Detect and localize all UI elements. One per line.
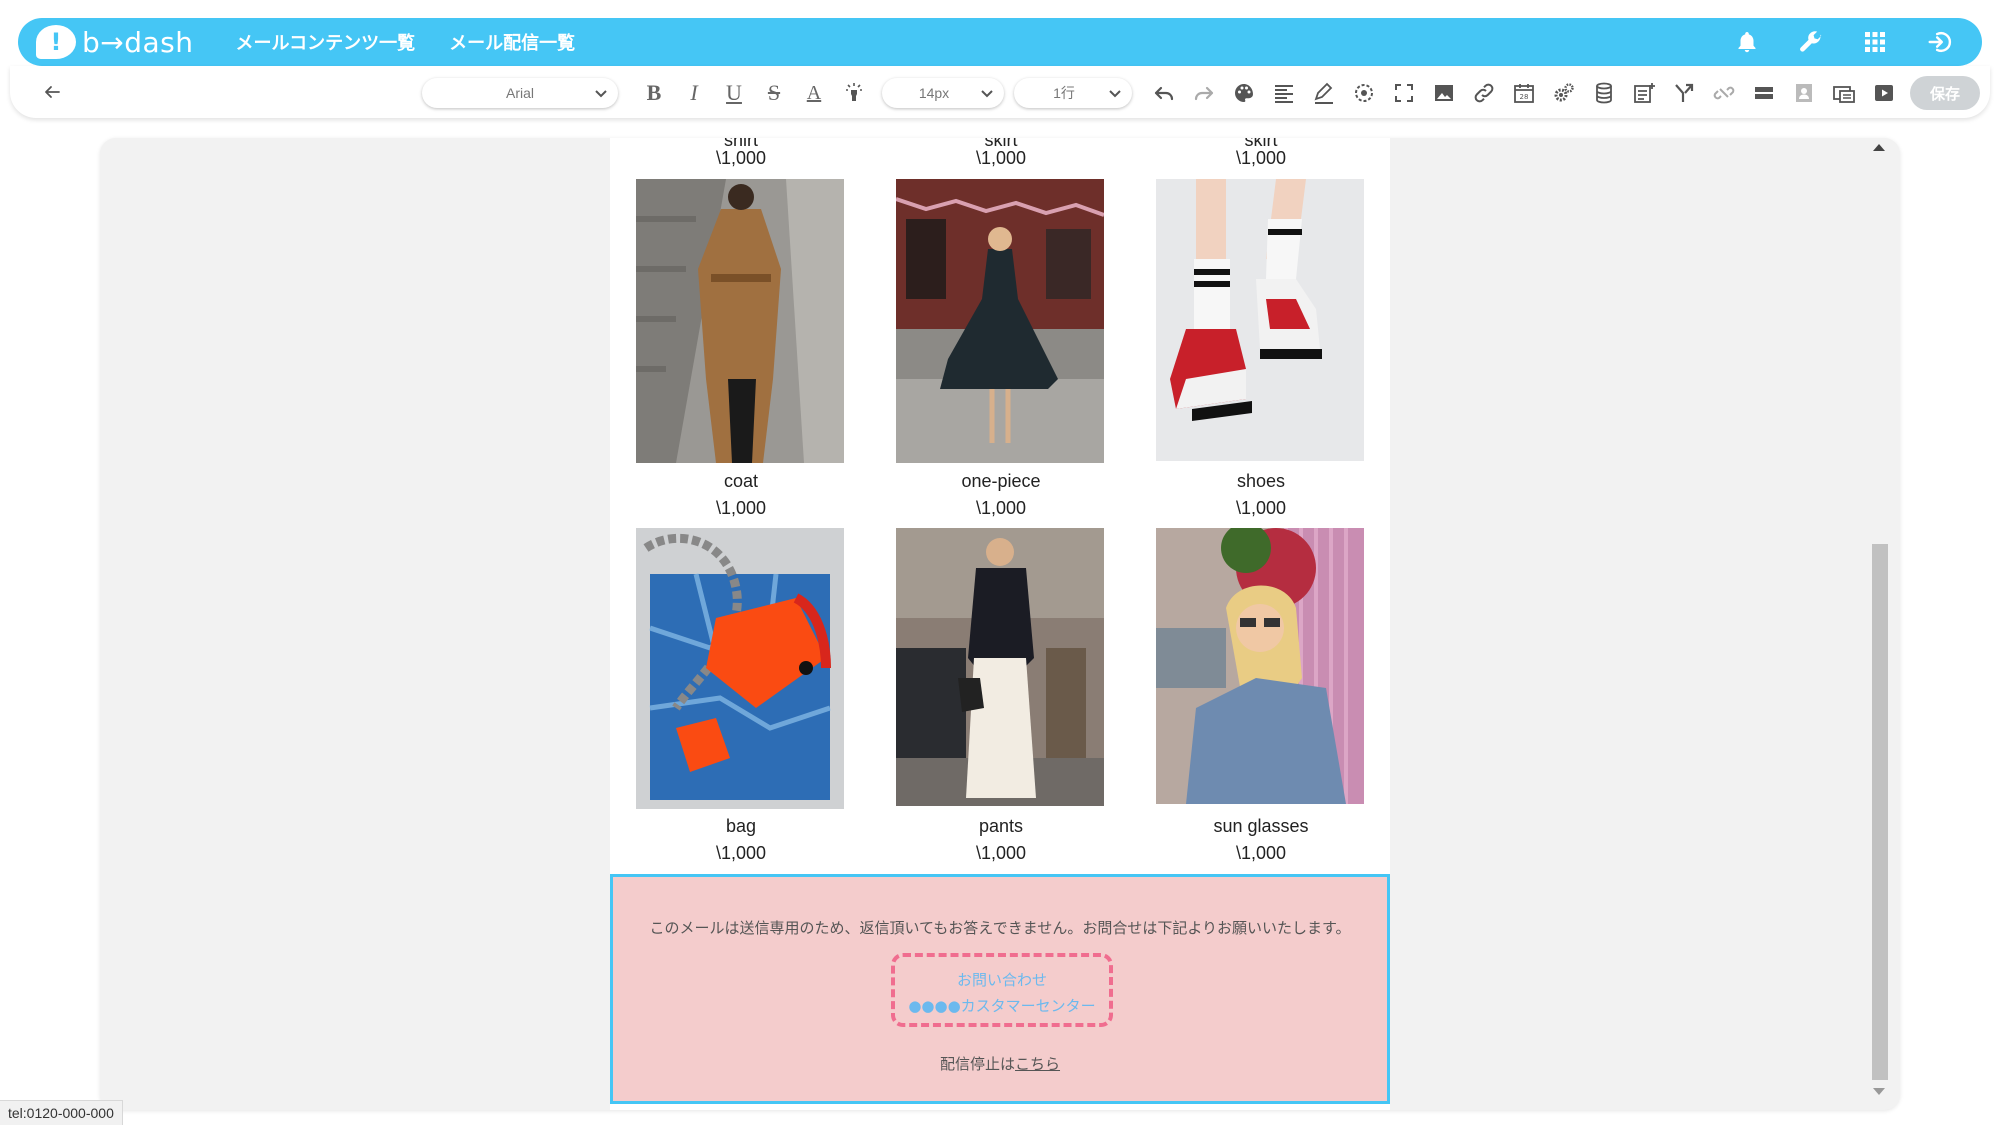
product-name-coat: coat xyxy=(723,471,759,491)
chevron-down-icon xyxy=(594,86,608,103)
chevron-down-icon xyxy=(1108,86,1122,103)
product-name-sun-glasses: sun glasses xyxy=(1213,816,1309,836)
nav-mail-content-list[interactable]: メールコンテンツ一覧 xyxy=(236,29,416,55)
font-size-value: 14px xyxy=(918,85,950,101)
product-price: \1,000 xyxy=(715,498,767,518)
calendar-icon[interactable]: 28 xyxy=(1510,79,1538,107)
fullscreen-icon[interactable] xyxy=(1390,79,1418,107)
product-price: \1,000 xyxy=(715,843,767,863)
add-note-icon[interactable] xyxy=(1630,79,1658,107)
scroll-thumb[interactable] xyxy=(1872,544,1888,1080)
font-size-select[interactable]: 14px xyxy=(882,78,1004,108)
gears-icon[interactable] xyxy=(1550,79,1578,107)
preview-play-icon[interactable] xyxy=(1870,79,1898,107)
scroll-up-arrow-icon[interactable] xyxy=(1873,144,1885,151)
italic-button[interactable]: I xyxy=(680,79,708,107)
product-name-shoes: shoes xyxy=(1236,471,1286,491)
font-family-select[interactable]: Arial xyxy=(422,78,618,108)
sun-glasses-photo[interactable] xyxy=(1156,528,1364,804)
wrench-icon[interactable] xyxy=(1798,29,1824,55)
svg-text:28: 28 xyxy=(1520,93,1529,101)
line-height-value: 1行 xyxy=(1053,85,1075,101)
nav-mail-delivery-list[interactable]: メール配信一覧 xyxy=(449,29,575,55)
bdash-logo[interactable]: ! b→dash xyxy=(36,25,194,59)
unsubscribe-prefix: 配信停止は xyxy=(939,1055,1015,1073)
bag-photo[interactable] xyxy=(636,528,844,809)
underline-button[interactable]: U xyxy=(720,79,748,107)
link-icon[interactable] xyxy=(1470,79,1498,107)
vertical-scrollbar[interactable] xyxy=(1870,138,1888,1110)
logout-icon[interactable] xyxy=(1926,29,1952,55)
image-icon[interactable] xyxy=(1430,79,1458,107)
back-arrow-icon[interactable] xyxy=(40,80,64,104)
editor-toolbar: Arial B I U S A 14px 1行 28 保存 xyxy=(10,66,1990,118)
product-price: \1,000 xyxy=(715,148,767,168)
line-height-select[interactable]: 1行 xyxy=(1014,78,1132,108)
template-icon[interactable] xyxy=(1830,79,1858,107)
footer-block-selected[interactable]: このメールは送信専用のため、返信頂いてもお答えできません。お問合せは下記よりお願… xyxy=(610,874,1390,1104)
font-family-value: Arial xyxy=(505,85,534,101)
product-price: \1,000 xyxy=(975,498,1027,518)
bold-button[interactable]: B xyxy=(640,79,668,107)
chevron-down-icon xyxy=(980,86,994,103)
align-icon[interactable] xyxy=(1270,79,1298,107)
contact-link[interactable]: お問い合わせ xyxy=(895,969,1109,990)
product-price: \1,000 xyxy=(1235,498,1287,518)
product-price: \1,000 xyxy=(975,148,1027,168)
pen-icon[interactable] xyxy=(1310,79,1338,107)
undo-icon[interactable] xyxy=(1150,79,1178,107)
divider-block-icon[interactable] xyxy=(1750,79,1778,107)
user-card-icon[interactable] xyxy=(1790,79,1818,107)
pants-photo[interactable] xyxy=(896,528,1104,806)
strikethrough-button[interactable]: S xyxy=(760,79,788,107)
product-price: \1,000 xyxy=(1235,148,1287,168)
customer-center-link[interactable]: ●●●●カスタマーセンター xyxy=(895,995,1109,1016)
contact-box: お問い合わせ ●●●●カスタマーセンター xyxy=(891,953,1113,1027)
redo-icon[interactable] xyxy=(1190,79,1218,107)
email-preview: shirt skirt skirt \1,000 \1,000 \1,000 c… xyxy=(610,138,1390,1110)
logo-mark-icon: ! xyxy=(36,25,76,59)
product-price: \1,000 xyxy=(975,843,1027,863)
product-name-one-piece: one-piece xyxy=(961,471,1041,491)
bell-icon[interactable] xyxy=(1734,29,1760,55)
text-color-button[interactable]: A xyxy=(800,79,828,107)
product-name-bag: bag xyxy=(725,816,757,836)
shoes-photo[interactable] xyxy=(1156,179,1364,461)
palette-icon[interactable] xyxy=(1230,79,1258,107)
coat-photo[interactable] xyxy=(636,179,844,463)
database-icon[interactable] xyxy=(1590,79,1618,107)
link-status-tooltip: tel:0120-000-000 xyxy=(0,1100,123,1125)
save-button[interactable]: 保存 xyxy=(1910,76,1980,110)
unlink-icon[interactable] xyxy=(1710,79,1738,107)
target-icon[interactable] xyxy=(1350,79,1378,107)
apps-grid-icon[interactable] xyxy=(1862,29,1888,55)
logo-text: b→dash xyxy=(82,25,194,59)
top-app-bar: ! b→dash メールコンテンツ一覧 メール配信一覧 xyxy=(18,18,1982,66)
editor-canvas: shirt skirt skirt \1,000 \1,000 \1,000 c… xyxy=(100,138,1900,1110)
no-reply-notice: このメールは送信専用のため、返信頂いてもお答えできません。お問合せは下記よりお願… xyxy=(649,919,1351,937)
scroll-down-arrow-icon[interactable] xyxy=(1873,1088,1885,1095)
product-price: \1,000 xyxy=(1235,843,1287,863)
product-name-pants: pants xyxy=(978,816,1024,836)
highlight-icon[interactable] xyxy=(840,79,868,107)
merge-icon[interactable] xyxy=(1670,79,1698,107)
one-piece-photo[interactable] xyxy=(896,179,1104,463)
unsubscribe-text: 配信停止はこちら xyxy=(613,1053,1387,1074)
unsubscribe-link[interactable]: こちら xyxy=(1015,1055,1060,1073)
